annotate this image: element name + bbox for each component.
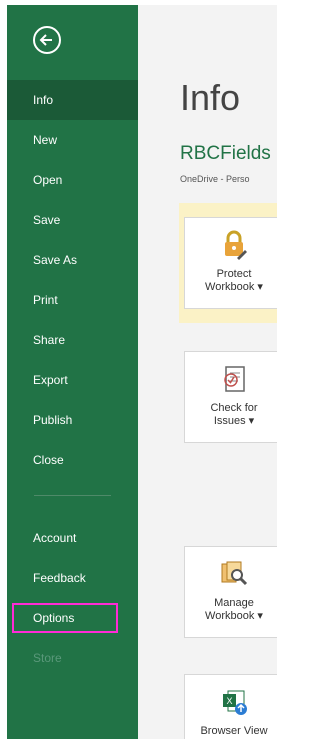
nav-item-label: Save As (33, 253, 78, 267)
backstage-sidebar: Info New Open Save Save As Print Share E… (7, 5, 138, 739)
options-highlight-box (12, 603, 118, 633)
excel-backstage-view: Info New Open Save Save As Print Share E… (7, 5, 277, 739)
search-document-icon (221, 561, 248, 586)
nav-item-save[interactable]: Save (7, 200, 138, 240)
manage-workbook-button[interactable]: Manage Workbook ▾ (184, 546, 277, 638)
nav-item-export[interactable]: Export (7, 360, 138, 400)
nav-item-label: Close (33, 453, 64, 467)
nav-item-label: Open (33, 173, 63, 187)
nav-item-label: Store (33, 651, 62, 665)
nav-item-share[interactable]: Share (7, 320, 138, 360)
card-label-line2: Issues ▾ (213, 415, 255, 427)
nav-item-label: Export (33, 373, 68, 387)
nav-item-label: Save (33, 213, 61, 227)
nav-item-options[interactable]: Options (7, 598, 138, 638)
card-label-line1: Manage (214, 597, 254, 609)
card-label-line1: Check for (210, 402, 258, 414)
nav-item-label: Print (33, 293, 58, 307)
card-label-line1: Protect (216, 268, 252, 280)
card-label-line2: Workbook ▾ (205, 610, 263, 622)
workbook-location: OneDrive - Perso (180, 174, 250, 184)
nav-item-label: Account (33, 531, 77, 545)
nav-divider (34, 495, 111, 496)
nav-item-feedback[interactable]: Feedback (7, 558, 138, 598)
lock-icon (225, 230, 247, 260)
nav-item-label: Feedback (33, 571, 86, 585)
document-check-icon (224, 366, 245, 392)
protect-workbook-button[interactable]: Protect Workbook ▾ (184, 217, 277, 309)
nav-item-label: Publish (33, 413, 73, 427)
page-title: Info (180, 77, 241, 118)
back-button[interactable] (33, 26, 61, 54)
nav-item-close[interactable]: Close (7, 440, 138, 480)
back-arrow-icon (39, 34, 52, 46)
nav-item-print[interactable]: Print (7, 280, 138, 320)
nav-item-label: Share (33, 333, 66, 347)
nav-item-open[interactable]: Open (7, 160, 138, 200)
nav-item-label: Info (33, 93, 54, 107)
nav-item-new[interactable]: New (7, 120, 138, 160)
nav-item-store: Store (7, 638, 138, 678)
backstage-main: Info RBCFields OneDrive - Perso Protect … (138, 5, 277, 739)
excel-browser-icon: X (223, 690, 247, 715)
workbook-name: RBCFields (180, 143, 271, 164)
browser-view-button[interactable]: X Browser View (184, 674, 277, 739)
nav-item-label: New (33, 133, 58, 147)
card-label-line2: Workbook ▾ (205, 281, 263, 293)
nav-item-save-as[interactable]: Save As (7, 240, 138, 280)
nav-item-info[interactable]: Info (7, 80, 138, 120)
card-label-line1: Browser View (200, 725, 268, 737)
svg-text:X: X (226, 696, 232, 706)
nav-item-account[interactable]: Account (7, 518, 138, 558)
nav-item-publish[interactable]: Publish (7, 400, 138, 440)
backstage-nav: Info New Open Save Save As Print Share E… (7, 80, 138, 678)
check-for-issues-button[interactable]: Check for Issues ▾ (184, 351, 277, 443)
